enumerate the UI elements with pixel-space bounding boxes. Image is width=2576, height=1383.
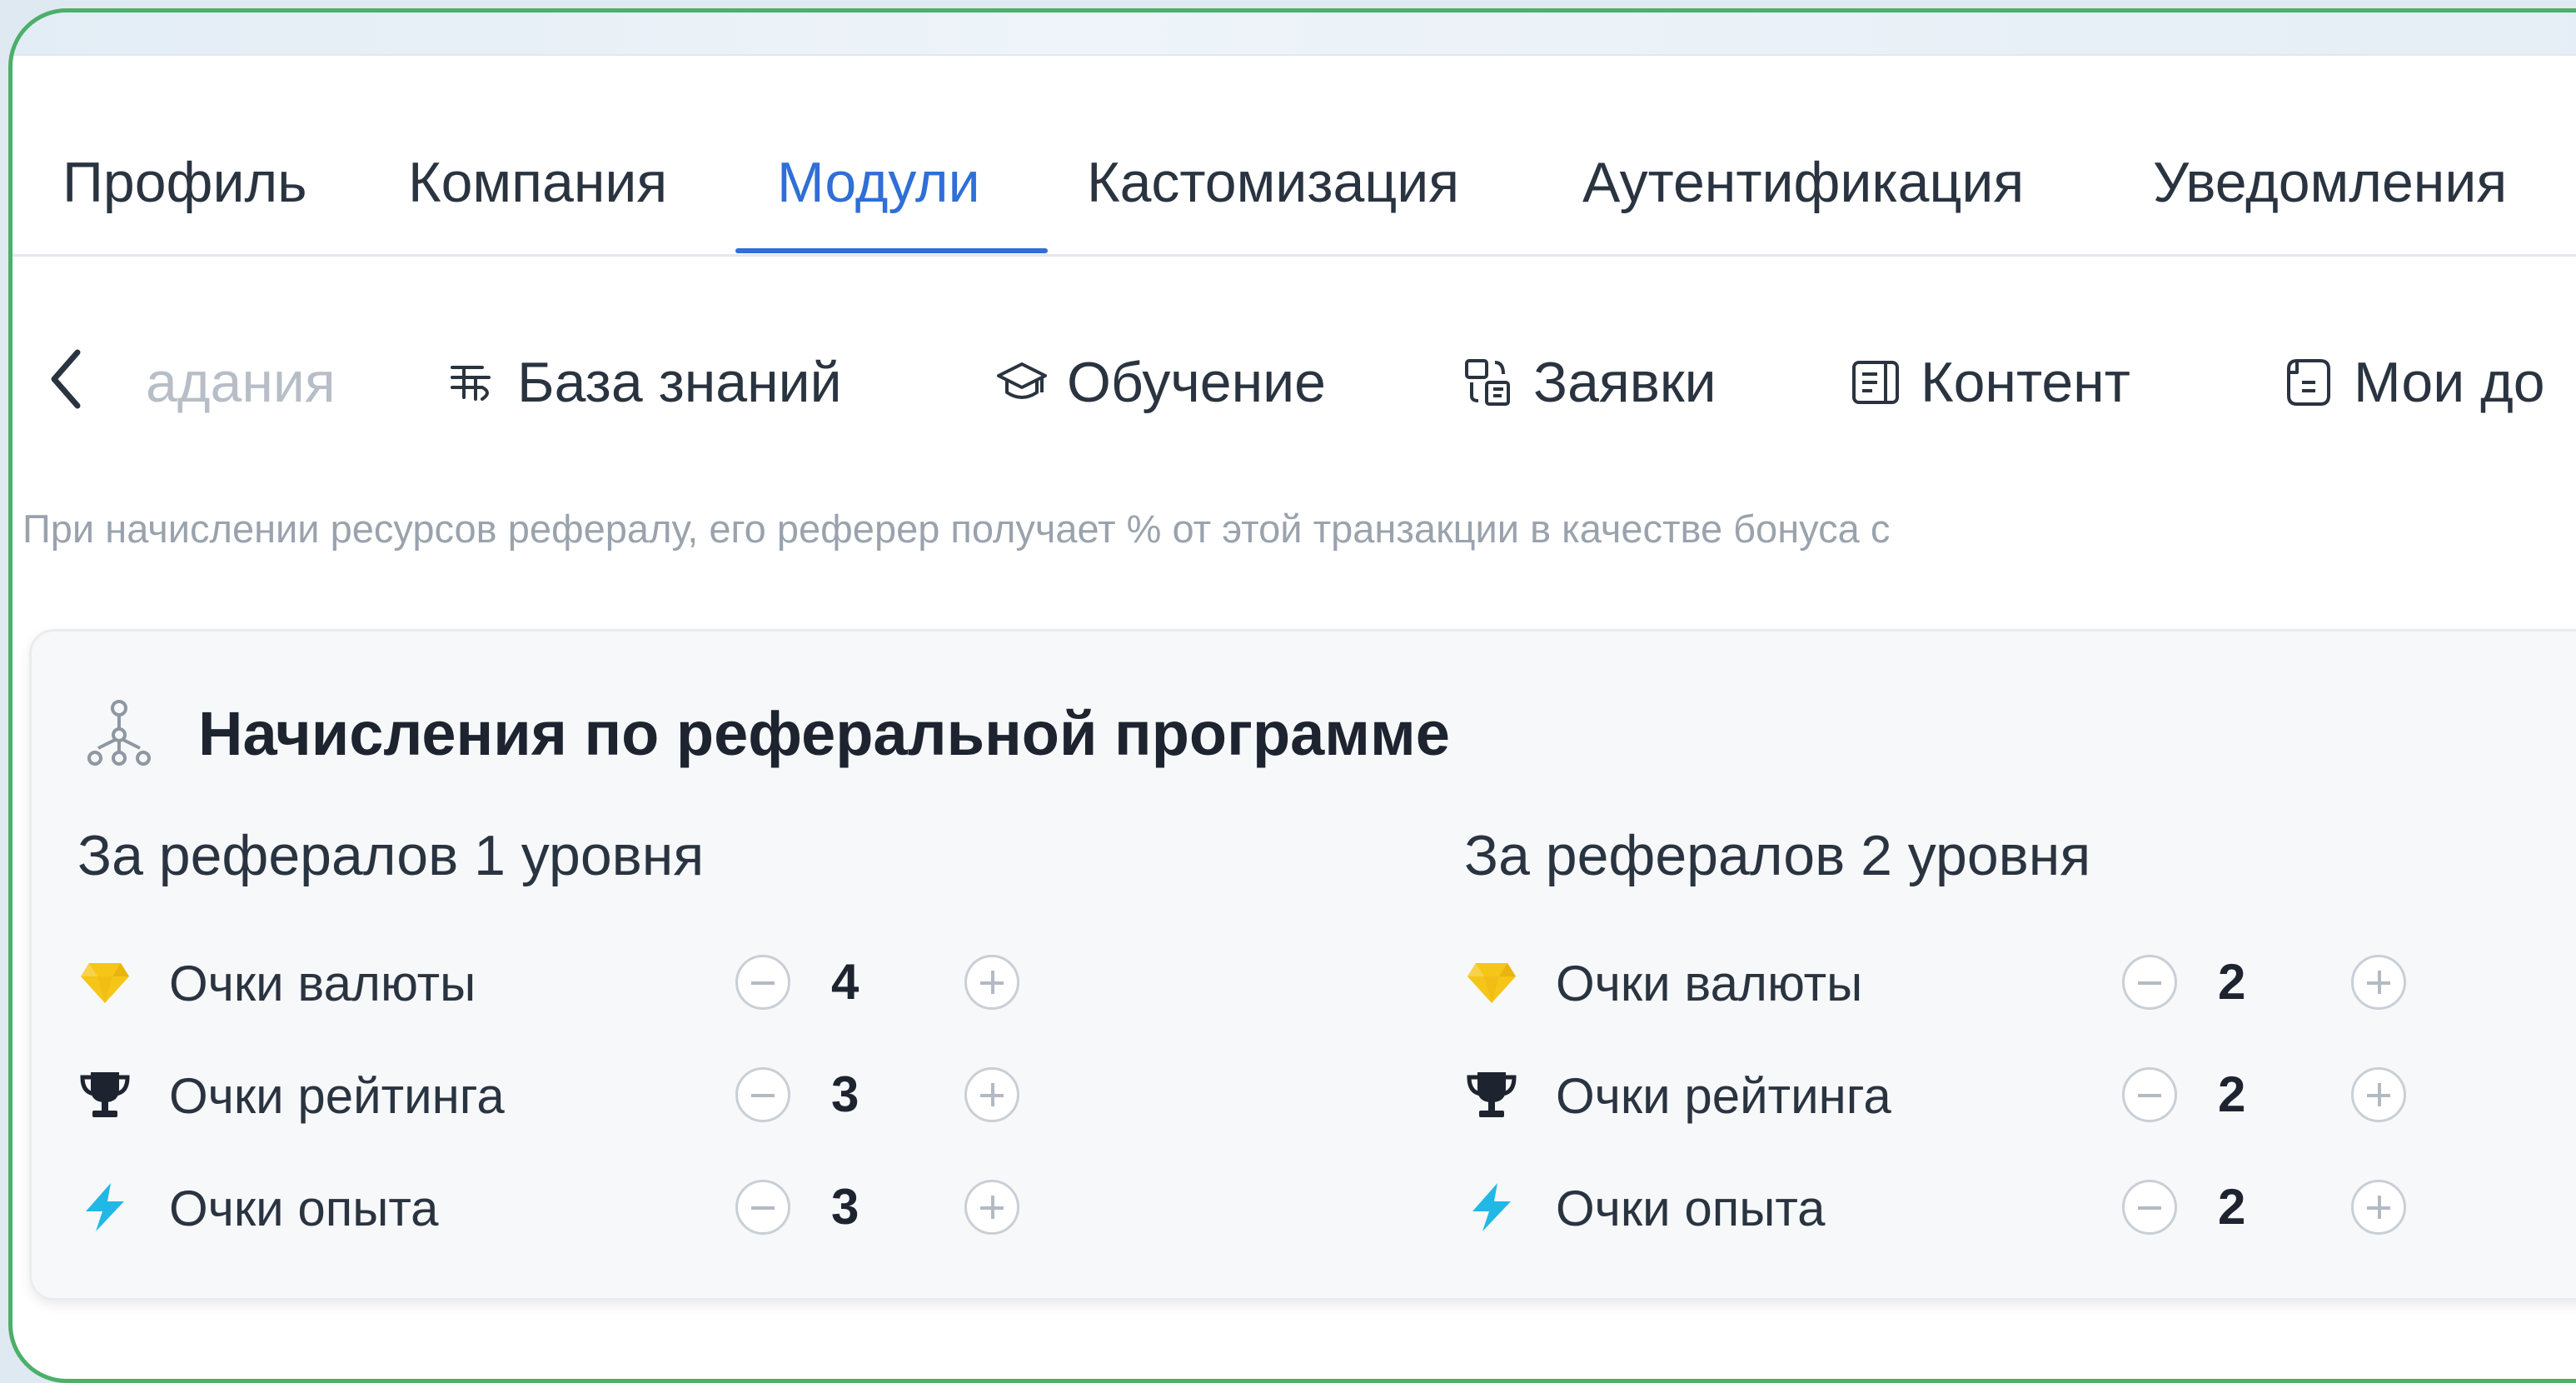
requests-icon bbox=[1465, 359, 1510, 406]
diamond-icon bbox=[1467, 963, 1516, 1003]
graduation-cap-icon bbox=[997, 362, 1047, 399]
row-label: Очки валюты bbox=[1556, 956, 1863, 1011]
module-label: База знаний bbox=[517, 351, 842, 414]
decrement-button[interactable] bbox=[735, 955, 790, 1010]
tab-profile[interactable]: Профиль bbox=[62, 150, 307, 215]
row-label: Очки валюты bbox=[169, 956, 476, 1011]
top-strip bbox=[12, 12, 2576, 56]
increment-button[interactable] bbox=[964, 955, 1019, 1010]
settings-tabs: Профиль Компания Модули Кастомизация Аут… bbox=[12, 54, 2576, 257]
row-value: 2 bbox=[2218, 954, 2246, 1010]
increment-button[interactable] bbox=[964, 1067, 1019, 1122]
referral-tree-icon bbox=[87, 700, 151, 766]
level-2-experience-row: Очки опыта 2 bbox=[1464, 1173, 2406, 1240]
module-label: Обучение bbox=[1067, 351, 1326, 414]
level-2-rating-row: Очки рейтинга 2 bbox=[1464, 1061, 2406, 1127]
tab-notifications[interactable]: Уведомления bbox=[2153, 150, 2507, 215]
lightning-icon bbox=[86, 1183, 124, 1231]
decrement-button[interactable] bbox=[2122, 1067, 2177, 1122]
row-value: 4 bbox=[831, 954, 859, 1010]
level-1-experience-row: Очки опыта 3 bbox=[77, 1173, 1019, 1240]
increment-button[interactable] bbox=[2351, 955, 2406, 1010]
level-1-heading: За рефералов 1 уровня bbox=[77, 824, 705, 887]
module-requests[interactable]: Заявки bbox=[1462, 350, 1717, 415]
row-value: 2 bbox=[2218, 1066, 2246, 1122]
modules-nav: адания База знаний Обучение Заявки Конте… bbox=[12, 262, 2576, 479]
module-content[interactable]: Контент bbox=[1849, 350, 2130, 415]
tab-authentication[interactable]: Аутентификация bbox=[1582, 150, 2024, 215]
tab-customization[interactable]: Кастомизация bbox=[1087, 150, 1459, 215]
row-label: Очки опыта bbox=[169, 1181, 439, 1236]
tab-modules[interactable]: Модули bbox=[777, 150, 980, 215]
row-label: Очки опыта bbox=[1556, 1181, 1826, 1236]
document-icon bbox=[2287, 359, 2330, 406]
decrement-button[interactable] bbox=[2122, 955, 2177, 1010]
trophy-icon bbox=[80, 1072, 130, 1117]
decrement-button[interactable] bbox=[735, 1180, 790, 1235]
content-icon bbox=[1852, 361, 1899, 404]
active-tab-indicator bbox=[735, 248, 1048, 253]
increment-button[interactable] bbox=[2351, 1180, 2406, 1235]
settings-panel: Профиль Компания Модули Кастомизация Аут… bbox=[8, 8, 2576, 1383]
lightning-icon bbox=[1472, 1183, 1511, 1231]
level-1-currency-row: Очки валюты 4 bbox=[77, 948, 1019, 1015]
module-label: Контент bbox=[1921, 351, 2130, 414]
row-value: 2 bbox=[2218, 1179, 2246, 1235]
module-label: адания bbox=[146, 351, 336, 414]
increment-button[interactable] bbox=[964, 1180, 1019, 1235]
module-label: Мои до bbox=[2354, 351, 2545, 414]
row-value: 3 bbox=[831, 1179, 859, 1235]
card-title: Начисления по реферальной программе bbox=[198, 699, 1450, 768]
referral-hint-text: При начислении ресурсов рефералу, его ре… bbox=[22, 507, 1891, 551]
tab-company[interactable]: Компания bbox=[408, 150, 667, 215]
row-label: Очки рейтинга bbox=[1556, 1068, 1891, 1124]
module-my-documents[interactable]: Мои до bbox=[2282, 350, 2545, 415]
row-value: 3 bbox=[831, 1066, 859, 1122]
level-2-heading: За рефералов 2 уровня bbox=[1464, 824, 2091, 887]
increment-button[interactable] bbox=[2351, 1067, 2406, 1122]
level-2-currency-row: Очки валюты 2 bbox=[1464, 948, 2406, 1015]
module-training[interactable]: Обучение bbox=[995, 350, 1326, 415]
decrement-button[interactable] bbox=[2122, 1180, 2177, 1235]
diamond-icon bbox=[81, 963, 129, 1003]
module-label: Заявки bbox=[1533, 351, 1717, 414]
module-knowledge-base[interactable]: База знаний bbox=[446, 350, 842, 415]
row-label: Очки рейтинга bbox=[169, 1068, 505, 1124]
module-tasks[interactable]: адания bbox=[146, 350, 336, 415]
decrement-button[interactable] bbox=[735, 1067, 790, 1122]
level-1-rating-row: Очки рейтинга 3 bbox=[77, 1061, 1019, 1127]
referral-accruals-card: Начисления по реферальной программе За р… bbox=[29, 629, 2576, 1301]
trophy-icon bbox=[1467, 1072, 1517, 1117]
knowledge-base-icon bbox=[451, 366, 491, 401]
chevron-left-icon[interactable] bbox=[46, 346, 87, 412]
